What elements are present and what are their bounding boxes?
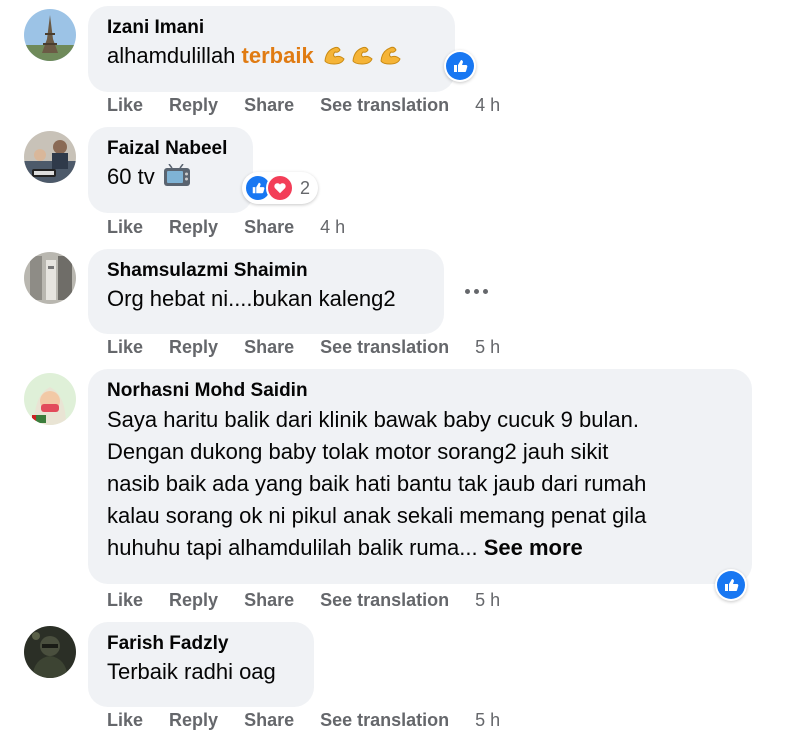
share-button[interactable]: Share	[244, 590, 294, 611]
reaction-badge[interactable]	[444, 50, 476, 82]
reply-button[interactable]: Reply	[169, 337, 218, 358]
television-icon	[163, 164, 191, 189]
comment-line: Dengan dukong baby tolak motor sorang2 j…	[107, 439, 609, 464]
comment-line: Saya haritu balik dari klinik bawak baby…	[107, 407, 639, 432]
comment-line: huhuhu tapi alhamdulilah balik ruma... S…	[107, 535, 583, 560]
comment-actions: Like Reply Share See translation 5 h	[107, 337, 500, 358]
see-more-link[interactable]: See more	[484, 535, 583, 560]
avatar[interactable]	[24, 252, 76, 304]
like-reaction-icon	[717, 571, 745, 599]
comment-actions: Like Reply Share See translation 4 h	[107, 95, 500, 116]
more-options-button[interactable]	[458, 273, 494, 309]
highlight-text: terbaik	[241, 43, 314, 68]
comment-actions: Like Reply Share See translation 5 h	[107, 710, 500, 731]
comment-text: Saya haritu balik dari klinik bawak baby…	[107, 403, 732, 564]
timestamp[interactable]: 5 h	[475, 590, 500, 611]
flexed-biceps-icon	[322, 43, 406, 68]
comment-line: nasib baik ada yang baik hati bantu tak …	[107, 471, 647, 496]
comment-author[interactable]: Faizal Nabeel	[107, 137, 233, 161]
comment-text: Terbaik radhi oag	[107, 659, 276, 684]
comment-line: kalau sorang ok ni pikul anak sekali mem…	[107, 503, 647, 528]
comment-bubble: Farish Fadzly Terbaik radhi oag	[88, 622, 314, 707]
see-translation-button[interactable]: See translation	[320, 337, 449, 358]
like-reaction-icon	[446, 52, 474, 80]
comment-bubble: Izani Imani alhamdulillah terbaik	[88, 6, 455, 92]
reaction-badge[interactable]	[715, 569, 747, 601]
share-button[interactable]: Share	[244, 710, 294, 731]
comment-text: Org hebat ni....bukan kaleng2	[107, 286, 396, 311]
dot-icon	[473, 288, 479, 294]
comment-actions: Like Reply Share See translation 5 h	[107, 590, 500, 611]
like-button[interactable]: Like	[107, 337, 143, 358]
comment-author[interactable]: Norhasni Mohd Saidin	[107, 379, 732, 403]
comment-bubble: Faizal Nabeel 60 tv	[88, 127, 253, 213]
avatar[interactable]	[24, 131, 76, 183]
reaction-count: 2	[300, 177, 311, 198]
love-reaction-icon	[266, 174, 294, 202]
avatar[interactable]	[24, 373, 76, 425]
like-button[interactable]: Like	[107, 590, 143, 611]
reply-button[interactable]: Reply	[169, 95, 218, 116]
share-button[interactable]: Share	[244, 217, 294, 238]
see-translation-button[interactable]: See translation	[320, 710, 449, 731]
comment-author[interactable]: Farish Fadzly	[107, 632, 294, 656]
reaction-summary[interactable]: 2	[242, 172, 319, 204]
timestamp[interactable]: 5 h	[475, 710, 500, 731]
comment-actions: Like Reply Share 4 h	[107, 217, 345, 238]
timestamp[interactable]: 5 h	[475, 337, 500, 358]
comment-text: alhamdulillah terbaik	[107, 40, 435, 72]
comment-author[interactable]: Izani Imani	[107, 16, 435, 40]
comment-bubble: Norhasni Mohd Saidin Saya haritu balik d…	[88, 369, 752, 584]
comment-author[interactable]: Shamsulazmi Shaimin	[107, 259, 424, 283]
reply-button[interactable]: Reply	[169, 217, 218, 238]
comment-bubble: Shamsulazmi Shaimin Org hebat ni....buka…	[88, 249, 444, 334]
reply-button[interactable]: Reply	[169, 710, 218, 731]
reply-button[interactable]: Reply	[169, 590, 218, 611]
see-translation-button[interactable]: See translation	[320, 590, 449, 611]
see-translation-button[interactable]: See translation	[320, 95, 449, 116]
timestamp[interactable]: 4 h	[475, 95, 500, 116]
like-button[interactable]: Like	[107, 217, 143, 238]
avatar[interactable]	[24, 9, 76, 61]
dot-icon	[464, 288, 470, 294]
timestamp[interactable]: 4 h	[320, 217, 345, 238]
avatar[interactable]	[24, 626, 76, 678]
share-button[interactable]: Share	[244, 95, 294, 116]
like-button[interactable]: Like	[107, 95, 143, 116]
share-button[interactable]: Share	[244, 337, 294, 358]
comment-text: 60 tv	[107, 161, 233, 193]
like-button[interactable]: Like	[107, 710, 143, 731]
dot-icon	[482, 288, 488, 294]
